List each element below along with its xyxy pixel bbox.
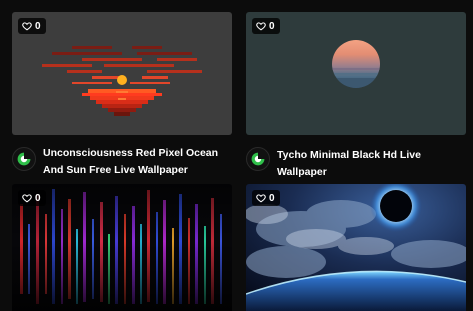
heart-outline-icon xyxy=(256,22,266,31)
likes-badge[interactable]: 0 xyxy=(252,190,280,206)
wallpaper-thumbnail[interactable]: 0 xyxy=(246,184,466,311)
heart-outline-icon xyxy=(22,194,32,203)
heart-outline-icon xyxy=(256,194,266,203)
card-meta: Tycho Minimal Black Hd Live Wallpaper xyxy=(246,145,466,181)
likes-count: 0 xyxy=(35,192,41,204)
wallpaper-title[interactable]: Tycho Minimal Black Hd Live Wallpaper xyxy=(277,147,466,181)
wallpaper-thumbnail[interactable]: 0 xyxy=(246,12,466,135)
likes-badge[interactable]: 0 xyxy=(252,18,280,34)
likes-count: 0 xyxy=(269,20,275,32)
wallpaper-thumbnail[interactable]: 0 xyxy=(12,184,232,311)
author-avatar[interactable] xyxy=(246,147,270,171)
wallpaper-thumbnail[interactable]: 0 xyxy=(12,12,232,135)
wallpaper-title[interactable]: Unconsciousness Red Pixel Ocean And Sun … xyxy=(43,145,232,179)
wallpaper-grid: 0 Unconsciousness Red Pixel Ocean And Su… xyxy=(0,0,473,311)
heart-outline-icon xyxy=(22,22,32,31)
wallpaper-card: 0 xyxy=(246,184,466,311)
green-logo-icon xyxy=(251,152,265,166)
wallpaper-card: 0 Unconsciousness Red Pixel Ocean And Su… xyxy=(12,12,232,179)
likes-count: 0 xyxy=(269,192,275,204)
author-avatar[interactable] xyxy=(12,147,36,171)
likes-count: 0 xyxy=(35,20,41,32)
wallpaper-card: 0 xyxy=(12,184,232,311)
wallpaper-card: 0 Tycho Minimal Black Hd Live Wallpaper xyxy=(246,12,466,181)
likes-badge[interactable]: 0 xyxy=(18,190,46,206)
card-meta: Unconsciousness Red Pixel Ocean And Sun … xyxy=(12,145,232,179)
green-logo-icon xyxy=(17,152,31,166)
likes-badge[interactable]: 0 xyxy=(18,18,46,34)
